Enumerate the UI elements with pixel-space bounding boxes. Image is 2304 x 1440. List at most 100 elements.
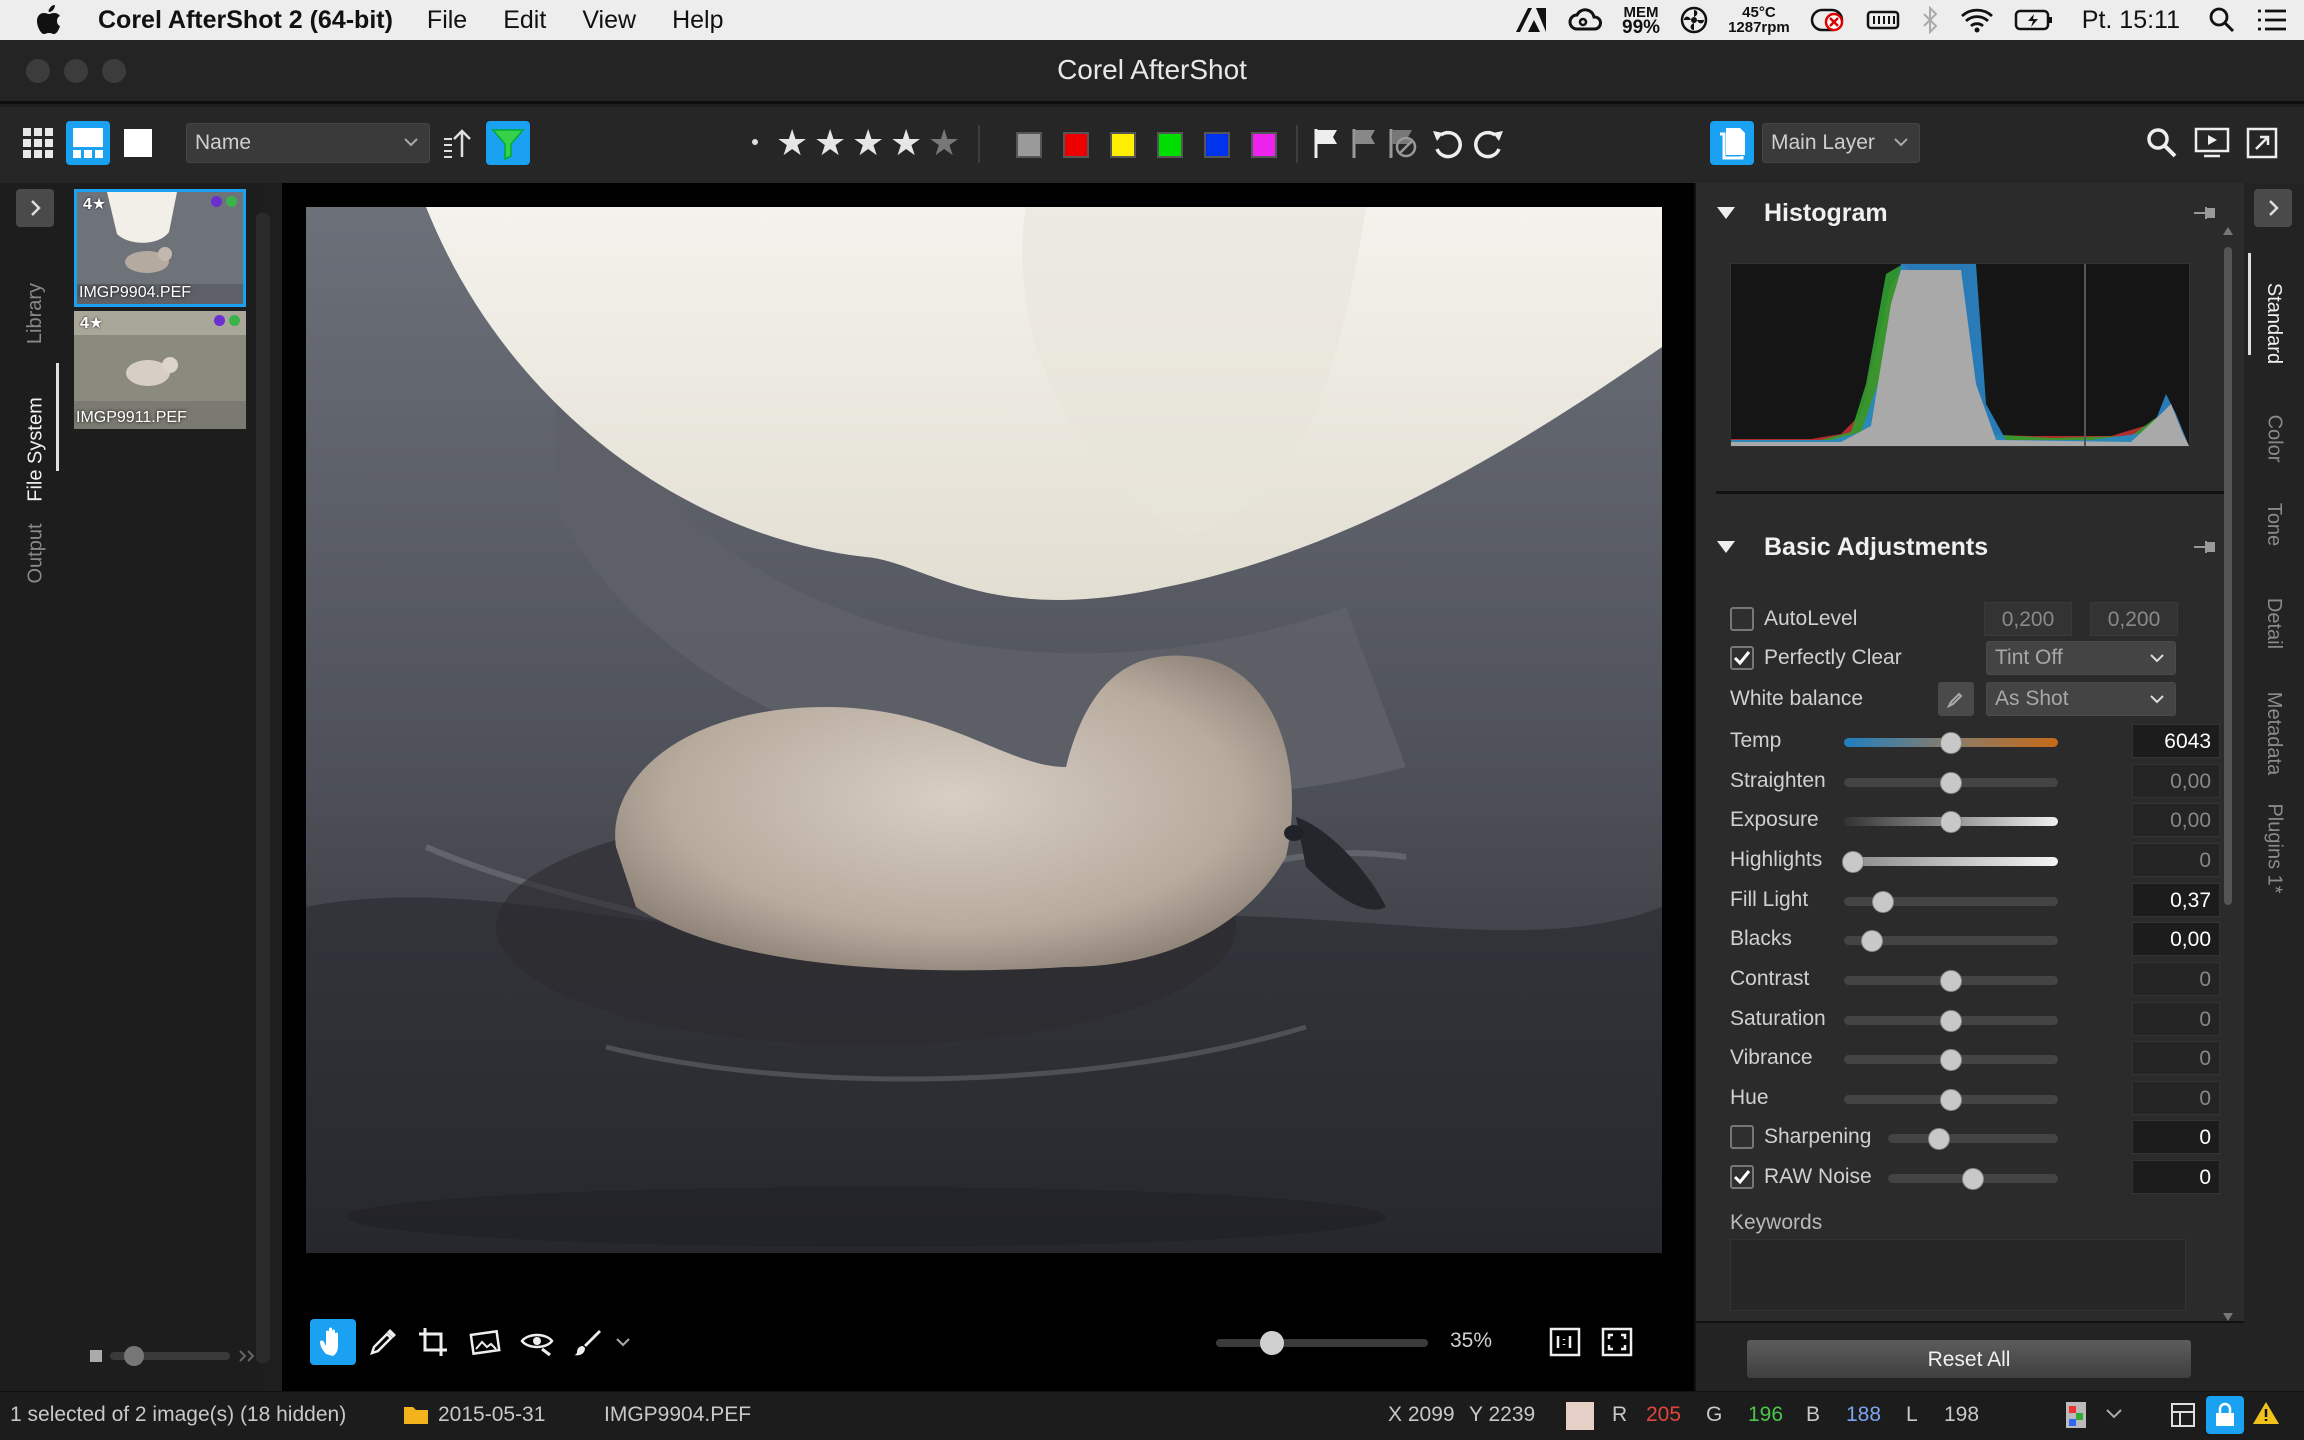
- histogram-header[interactable]: Histogram: [1696, 183, 2246, 247]
- temp-value[interactable]: 6043: [2132, 724, 2220, 758]
- more-tools-dropdown[interactable]: [608, 1319, 638, 1365]
- wifi-icon[interactable]: [1950, 0, 2004, 40]
- tab-library[interactable]: Library: [6, 253, 66, 373]
- rating-star-4[interactable]: ★: [890, 125, 922, 161]
- single-view-button[interactable]: [116, 121, 160, 165]
- contrast-slider-handle[interactable]: [1940, 970, 1962, 992]
- collapse-left-panel-button[interactable]: [16, 189, 54, 227]
- app-menu[interactable]: Corel AfterShot 2 (64-bit): [98, 6, 393, 35]
- color-label-magenta[interactable]: [1251, 132, 1277, 158]
- slideshow-button[interactable]: [2190, 121, 2234, 165]
- clear-rating-button[interactable]: [752, 139, 758, 145]
- menu-view[interactable]: View: [582, 6, 636, 35]
- blocked-icon[interactable]: [1800, 0, 1856, 40]
- grid-view-button[interactable]: [16, 121, 60, 165]
- temp-slider-handle[interactable]: [1940, 732, 1962, 754]
- zoom-100-button[interactable]: [1542, 1319, 1588, 1365]
- zoom-slider[interactable]: [1216, 1339, 1428, 1347]
- color-label-blue[interactable]: [1204, 132, 1230, 158]
- hue-slider-handle[interactable]: [1940, 1089, 1962, 1111]
- hue-value[interactable]: 0: [2132, 1081, 2220, 1115]
- battery-icon[interactable]: [2004, 0, 2064, 40]
- clock[interactable]: Pt. 15:11: [2064, 0, 2198, 40]
- white-balance-picker-button[interactable]: [1938, 682, 1974, 716]
- menu-edit[interactable]: Edit: [503, 6, 546, 35]
- spotlight-search-icon[interactable]: [2198, 0, 2246, 40]
- fullscreen-button[interactable]: [2240, 121, 2284, 165]
- rating-star-5[interactable]: ★: [928, 125, 960, 161]
- color-label-green[interactable]: [1157, 132, 1183, 158]
- sharpening-slider[interactable]: [1888, 1134, 2058, 1143]
- bluetooth-icon[interactable]: [1910, 0, 1950, 40]
- highlights-slider-handle[interactable]: [1841, 851, 1864, 873]
- main-photo[interactable]: [306, 207, 1662, 1253]
- flag-clear-button[interactable]: [1380, 121, 1424, 165]
- straighten-tool-button[interactable]: [462, 1319, 508, 1365]
- notification-center-icon[interactable]: [2246, 0, 2304, 40]
- reset-all-button[interactable]: Reset All: [1746, 1339, 2192, 1379]
- filter-button[interactable]: [486, 121, 530, 165]
- color-label-red[interactable]: [1063, 132, 1089, 158]
- autolevel-checkbox[interactable]: [1730, 607, 1754, 631]
- filmstrip-view-button[interactable]: [66, 121, 110, 165]
- search-button[interactable]: [2140, 121, 2184, 165]
- sharpening-value[interactable]: 0: [2132, 1120, 2220, 1154]
- contrast-value[interactable]: 0: [2132, 962, 2220, 996]
- sharpening-checkbox[interactable]: [1730, 1125, 1754, 1149]
- raw-noise-value[interactable]: 0: [2132, 1160, 2220, 1194]
- raw-noise-slider-handle[interactable]: [1962, 1168, 1984, 1190]
- menu-help[interactable]: Help: [672, 6, 723, 35]
- menu-file[interactable]: File: [427, 6, 467, 35]
- thumbnail-item[interactable]: 4★ IMGP9911.PEF: [74, 311, 246, 429]
- sort-direction-button[interactable]: [436, 121, 480, 165]
- thumbnail-scrollbar[interactable]: [256, 213, 270, 1363]
- vibrance-slider-handle[interactable]: [1940, 1049, 1962, 1071]
- sort-by-select[interactable]: Name: [186, 123, 430, 163]
- autolevel-low-input[interactable]: 0,200: [1984, 602, 2072, 636]
- highlights-value[interactable]: 0: [2132, 843, 2220, 877]
- straighten-slider-handle[interactable]: [1940, 772, 1962, 794]
- saturation-slider-handle[interactable]: [1940, 1010, 1962, 1032]
- zoom-slider-handle[interactable]: [1260, 1331, 1284, 1355]
- saturation-value[interactable]: 0: [2132, 1002, 2220, 1036]
- autolevel-high-input[interactable]: 0,200: [2090, 602, 2178, 636]
- raw-noise-checkbox[interactable]: [1730, 1165, 1754, 1189]
- tab-output[interactable]: Output: [6, 483, 66, 623]
- warning-icon[interactable]: [2252, 1400, 2280, 1432]
- basic-adjustments-header[interactable]: Basic Adjustments: [1696, 517, 2246, 581]
- chevron-down-icon[interactable]: [2104, 1404, 2124, 1430]
- fill-light-value[interactable]: 0,37: [2132, 883, 2220, 917]
- fit-to-window-button[interactable]: [1594, 1319, 1640, 1365]
- redo-button[interactable]: [1466, 121, 1510, 165]
- keywords-field[interactable]: [1730, 1239, 2186, 1311]
- blacks-slider-handle[interactable]: [1860, 930, 1883, 952]
- apple-icon[interactable]: [36, 0, 84, 40]
- pin-icon[interactable]: [2192, 537, 2218, 557]
- layers-button[interactable]: [1710, 121, 1754, 165]
- brush-tool-button[interactable]: [564, 1319, 610, 1365]
- color-label-yellow[interactable]: [1110, 132, 1136, 158]
- layout-icon[interactable]: [2170, 1402, 2196, 1434]
- white-balance-select[interactable]: As Shot: [1986, 682, 2176, 716]
- sensor-monitor[interactable]: 45°C 1287rpm: [1718, 0, 1800, 40]
- layer-select[interactable]: Main Layer: [1762, 123, 1920, 163]
- thumbnail-size-slider[interactable]: [90, 1341, 255, 1371]
- exposure-slider-handle[interactable]: [1940, 811, 1962, 833]
- color-label-gray[interactable]: [1016, 132, 1042, 158]
- straighten-value[interactable]: 0,00: [2132, 764, 2220, 798]
- fill-light-slider-handle[interactable]: [1871, 891, 1894, 913]
- vibrance-value[interactable]: 0: [2132, 1041, 2220, 1075]
- crop-tool-button[interactable]: [410, 1319, 456, 1365]
- ram-icon[interactable]: [1856, 0, 1910, 40]
- rating-star-3[interactable]: ★: [852, 125, 884, 161]
- tab-plugins[interactable]: Plugins 1*: [2244, 763, 2304, 933]
- lock-button[interactable]: [2206, 1396, 2244, 1434]
- eyedropper-tool-button[interactable]: [360, 1319, 406, 1365]
- red-eye-tool-button[interactable]: [514, 1319, 560, 1365]
- sharpening-slider-handle[interactable]: [1928, 1128, 1950, 1150]
- adobe-icon[interactable]: [1504, 0, 1558, 40]
- pan-tool-button[interactable]: [310, 1319, 356, 1365]
- panel-scrollbar[interactable]: [2222, 223, 2234, 1333]
- collapse-right-panel-button[interactable]: [2254, 189, 2292, 227]
- tint-select[interactable]: Tint Off: [1986, 641, 2176, 675]
